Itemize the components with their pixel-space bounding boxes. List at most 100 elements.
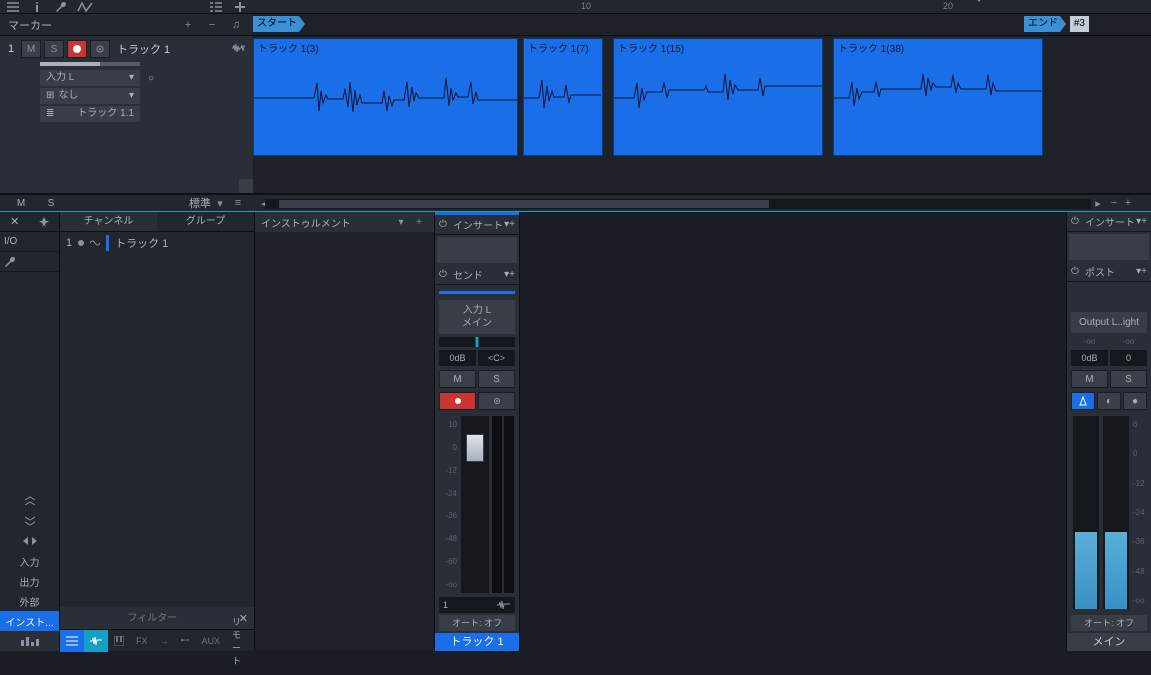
remove-marker-icon[interactable]: −	[203, 16, 221, 34]
close-icon[interactable]: ✕	[0, 212, 30, 232]
output-solo-button[interactable]: S	[1110, 370, 1147, 388]
add-marker-icon[interactable]: +	[179, 16, 197, 34]
instrument-header: インストゥルメント	[261, 215, 351, 230]
track-layer-select[interactable]: ≣トラック 1.1	[40, 106, 140, 122]
console-empty-area	[520, 212, 1066, 651]
strip-record-button[interactable]	[439, 392, 476, 410]
chevron-down-icon[interactable]: ▾	[211, 194, 229, 212]
power-icon[interactable]: ⏻	[439, 269, 451, 280]
output-meter	[1073, 416, 1099, 609]
output-gain-value[interactable]: 0dB	[1071, 350, 1108, 366]
global-mute-button[interactable]: M	[6, 198, 36, 209]
channel-list-item[interactable]: 1 トラック 1	[60, 232, 254, 254]
start-marker[interactable]: スタート	[253, 16, 305, 32]
external-nav[interactable]: 外部	[0, 591, 59, 611]
gain-value[interactable]: 0dB	[439, 350, 476, 366]
settings-icon[interactable]	[0, 252, 59, 272]
audio-clip[interactable]: トラック 1(7)	[523, 38, 603, 156]
view-fx[interactable]: FX	[130, 630, 154, 652]
strip-io-select[interactable]: 入力 L メイン	[439, 300, 515, 334]
add-send-icon[interactable]: +	[509, 269, 515, 280]
view-bus-icon[interactable]: →	[154, 630, 175, 652]
fader-handle[interactable]	[466, 434, 484, 462]
waveform-icon[interactable]	[497, 600, 511, 610]
record-arm-button[interactable]	[67, 40, 87, 58]
insert-slot[interactable]	[1069, 234, 1149, 260]
pan-value[interactable]: <C>	[478, 350, 515, 366]
add-insert-icon[interactable]: +	[509, 219, 515, 230]
pin-icon[interactable]	[30, 212, 60, 232]
view-wave-icon[interactable]	[84, 630, 108, 652]
marker-track[interactable]: スタート エンド #3	[253, 14, 1151, 35]
power-icon[interactable]: ⏻	[1071, 216, 1083, 227]
music-note-icon[interactable]: ♫	[227, 16, 245, 34]
channel-filter-input[interactable]: ✕	[60, 607, 254, 629]
strip-number: 1	[443, 600, 448, 610]
output-scale: 60-12-24-36-48-oo	[1131, 416, 1147, 609]
horizontal-scrollbar[interactable]	[265, 199, 1091, 209]
meter-nav[interactable]	[0, 631, 59, 651]
output-nav[interactable]: 出力	[0, 571, 59, 591]
strip-mute-button[interactable]: M	[439, 370, 476, 388]
insert-slot[interactable]	[437, 237, 517, 263]
metronome-button[interactable]	[1071, 392, 1095, 410]
waveform-icon[interactable]	[231, 42, 247, 54]
add-icon[interactable]: +	[1141, 266, 1147, 277]
add-icon[interactable]: +	[1141, 216, 1147, 227]
global-solo-button[interactable]: S	[36, 198, 66, 209]
audio-clip[interactable]: トラック 1(15)	[613, 38, 823, 156]
chevron-down-icon[interactable]: ▾	[392, 213, 410, 231]
prev-next-icon[interactable]	[0, 531, 59, 551]
monitor-button[interactable]	[90, 40, 110, 58]
input-nav[interactable]: 入力	[0, 551, 59, 571]
end-marker[interactable]: エンド	[1024, 16, 1066, 32]
expand-icon[interactable]	[0, 511, 59, 531]
io-label[interactable]: I/O	[0, 232, 59, 252]
automation-mode[interactable]: オート: オフ	[439, 615, 515, 631]
dim-button[interactable]: ◐	[1097, 392, 1121, 410]
track-header[interactable]: 1 M S トラック 1 入力 L▾ ○ ⊞なし▾ ≣トラック 1.1	[0, 36, 253, 193]
collapse-icon[interactable]	[0, 491, 59, 511]
strip-name[interactable]: トラック 1	[435, 633, 519, 651]
mute-button[interactable]: M	[21, 40, 41, 58]
timeline-ruler[interactable]: 10 20	[253, 0, 1151, 13]
add-instrument-icon[interactable]: +	[410, 213, 428, 231]
track-bus-select[interactable]: ⊞なし▾	[40, 88, 140, 104]
remote-button[interactable]: リモート	[226, 630, 254, 652]
volume-fader[interactable]	[461, 416, 489, 593]
tab-channel[interactable]: チャンネル	[60, 212, 157, 231]
track-name[interactable]: トラック 1	[117, 41, 170, 57]
view-midi-icon[interactable]	[108, 630, 130, 652]
fader-scale: 100-12-24-36-48-60-oo	[439, 416, 459, 593]
input-settings-icon[interactable]: ○	[144, 71, 158, 85]
playhead-icon[interactable]	[973, 0, 985, 2]
view-list-icon[interactable]	[60, 630, 84, 652]
view-out-icon[interactable]: ⊷	[175, 630, 196, 652]
strip-monitor-button[interactable]	[478, 392, 515, 410]
list-icon[interactable]: ≡	[229, 194, 247, 212]
audio-clip[interactable]: トラック 1(3)	[253, 38, 518, 156]
track-volume-slider[interactable]	[40, 62, 140, 66]
output-strip-name[interactable]: メイン	[1067, 633, 1151, 651]
power-icon[interactable]: ⏻	[439, 219, 451, 230]
output-io-select[interactable]: Output L..ight	[1071, 312, 1147, 333]
track-input-select[interactable]: 入力 L▾	[40, 70, 140, 86]
track-number: 1	[4, 43, 18, 55]
output-pan-value[interactable]: 0	[1110, 350, 1147, 366]
track-resize-handle[interactable]	[239, 179, 253, 193]
power-icon[interactable]: ⏻	[1071, 266, 1083, 277]
zoom-in-icon[interactable]: +	[1119, 194, 1137, 212]
instrument-nav[interactable]: インスト...	[0, 611, 59, 631]
output-mute-button[interactable]: M	[1071, 370, 1108, 388]
solo-button[interactable]: S	[44, 40, 64, 58]
automation-mode-select[interactable]: 標準	[189, 195, 211, 211]
strip-solo-button[interactable]: S	[478, 370, 515, 388]
audio-clip[interactable]: トラック 1(38)	[833, 38, 1043, 156]
tab-group[interactable]: グループ	[157, 212, 254, 231]
marker-number[interactable]: #3	[1070, 16, 1089, 32]
mono-button[interactable]: ●	[1123, 392, 1147, 410]
pan-slider[interactable]	[439, 337, 515, 347]
arrangement-timeline[interactable]: トラック 1(3) トラック 1(7) トラック 1(15) トラック 1(38…	[253, 36, 1151, 193]
view-aux[interactable]: AUX	[196, 630, 227, 652]
output-automation-mode[interactable]: オート: オフ	[1071, 615, 1147, 631]
